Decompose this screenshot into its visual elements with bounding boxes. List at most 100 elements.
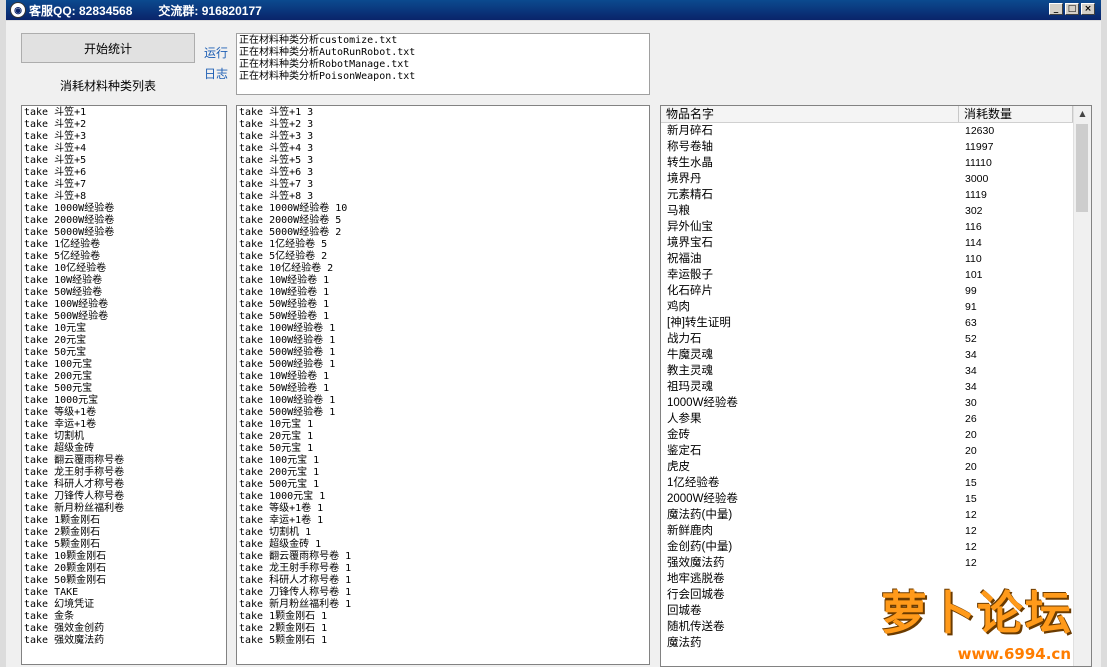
list-item[interactable]: take 500W经验卷 1	[239, 407, 647, 419]
list-item[interactable]: take 切割机 1	[239, 527, 647, 539]
table-row[interactable]: 鸡肉 91	[661, 299, 1091, 315]
table-row[interactable]: 强效魔法药 12	[661, 555, 1091, 571]
log-line[interactable]: 正在材料种类分析customize.txt	[239, 35, 647, 47]
material-types-list[interactable]: take 斗笠+1 take 斗笠+2 take 斗笠+3 take 斗笠+4 take…	[21, 105, 227, 665]
list-item[interactable]: take 200元宝 1	[239, 467, 647, 479]
table-row[interactable]: 回城卷	[661, 603, 1091, 619]
list-item[interactable]: take 5颗金刚石	[24, 539, 224, 551]
list-item[interactable]: take 50颗金刚石	[24, 575, 224, 587]
list-item[interactable]: take 翻云覆雨称号卷 1	[239, 551, 647, 563]
list-item[interactable]: take 切割机	[24, 431, 224, 443]
table-row[interactable]: 新月碎石 12630	[661, 123, 1091, 139]
log-line[interactable]: 正在材料种类分析PoisonWeapon.txt	[239, 71, 647, 83]
list-item[interactable]: take 100W经验卷	[24, 299, 224, 311]
table-row[interactable]: 1亿经验卷 15	[661, 475, 1091, 491]
header-item-name[interactable]: 物品名字	[661, 106, 959, 122]
list-item[interactable]: take 斗笠+4	[24, 143, 224, 155]
table-row[interactable]: 人参果 26	[661, 411, 1091, 427]
list-item[interactable]: take 100元宝	[24, 359, 224, 371]
table-row[interactable]: 境界丹 3000	[661, 171, 1091, 187]
table-row[interactable]: 马粮 302	[661, 203, 1091, 219]
list-item[interactable]: take 100元宝 1	[239, 455, 647, 467]
list-item[interactable]: take 强效魔法药	[24, 635, 224, 647]
table-row[interactable]: 金创药(中量) 12	[661, 539, 1091, 555]
log-line[interactable]: 正在材料种类分析AutoRunRobot.txt	[239, 47, 647, 59]
log-line[interactable]: 正在材料种类分析RobotManage.txt	[239, 59, 647, 71]
table-row[interactable]: 战力石 52	[661, 331, 1091, 347]
list-item[interactable]: take 20元宝 1	[239, 431, 647, 443]
list-item[interactable]: take 10亿经验卷	[24, 263, 224, 275]
table-row[interactable]: 转生水晶 11110	[661, 155, 1091, 171]
list-item[interactable]: take 斗笠+5	[24, 155, 224, 167]
table-row[interactable]: 虎皮 20	[661, 459, 1091, 475]
list-item[interactable]: take 1颗金刚石	[24, 515, 224, 527]
list-item[interactable]: take 500元宝 1	[239, 479, 647, 491]
list-item[interactable]: take 强效金创药	[24, 623, 224, 635]
list-item[interactable]: take 50W经验卷 1	[239, 311, 647, 323]
close-button[interactable]: ×	[1081, 3, 1095, 15]
list-item[interactable]: take 新月粉丝福利卷	[24, 503, 224, 515]
list-item[interactable]: take 金条	[24, 611, 224, 623]
list-item[interactable]: take 斗笠+8	[24, 191, 224, 203]
list-item[interactable]: take 1颗金刚石 1	[239, 611, 647, 623]
list-item[interactable]: take 斗笠+7	[24, 179, 224, 191]
list-item[interactable]: take 1000W经验卷	[24, 203, 224, 215]
list-item[interactable]: take 5000W经验卷	[24, 227, 224, 239]
list-item[interactable]: take 斗笠+6	[24, 167, 224, 179]
list-item[interactable]: take 斗笠+8 3	[239, 191, 647, 203]
list-item[interactable]: take 斗笠+6 3	[239, 167, 647, 179]
list-item[interactable]: take 斗笠+3 3	[239, 131, 647, 143]
list-item[interactable]: take 500元宝	[24, 383, 224, 395]
start-statistics-button[interactable]: 开始统计	[21, 33, 195, 63]
list-item[interactable]: take 幻境凭证	[24, 599, 224, 611]
list-item[interactable]: take 5亿经验卷	[24, 251, 224, 263]
list-item[interactable]: take 斗笠+3	[24, 131, 224, 143]
list-item[interactable]: take 20元宝	[24, 335, 224, 347]
list-item[interactable]: take 斗笠+1	[24, 107, 224, 119]
table-row[interactable]: 牛魔灵魂 34	[661, 347, 1091, 363]
list-item[interactable]: take 50元宝	[24, 347, 224, 359]
list-item[interactable]: take 2000W经验卷	[24, 215, 224, 227]
table-row[interactable]: 称号卷轴 11997	[661, 139, 1091, 155]
list-item[interactable]: take 5000W经验卷 2	[239, 227, 647, 239]
list-item[interactable]: take 500W经验卷 1	[239, 359, 647, 371]
list-item[interactable]: take 10颗金刚石	[24, 551, 224, 563]
list-item[interactable]: take 幸运+1卷	[24, 419, 224, 431]
table-row[interactable]: 魔法药	[661, 635, 1091, 651]
list-item[interactable]: take 100W经验卷 1	[239, 323, 647, 335]
material-details-list[interactable]: take 斗笠+1 3 take 斗笠+2 3 take 斗笠+3 3 take 斗笠…	[236, 105, 650, 665]
run-log-box[interactable]: 正在材料种类分析customize.txt 正在材料种类分析AutoRunRobo…	[236, 33, 650, 95]
list-item[interactable]: take 50W经验卷	[24, 287, 224, 299]
list-item[interactable]: take 斗笠+1 3	[239, 107, 647, 119]
table-row[interactable]: 行会回城卷	[661, 587, 1091, 603]
list-item[interactable]: take 10元宝	[24, 323, 224, 335]
list-item[interactable]: take 1亿经验卷	[24, 239, 224, 251]
list-item[interactable]: take 超级金砖	[24, 443, 224, 455]
table-row[interactable]: 随机传送卷	[661, 619, 1091, 635]
table-row[interactable]: 境界宝石 114	[661, 235, 1091, 251]
list-item[interactable]: take 50W经验卷 1	[239, 299, 647, 311]
list-item[interactable]: take 翻云覆雨称号卷	[24, 455, 224, 467]
list-item[interactable]: take 1亿经验卷 5	[239, 239, 647, 251]
list-item[interactable]: take 刀锋传人称号卷	[24, 491, 224, 503]
minimize-button[interactable]: _	[1049, 3, 1063, 15]
list-item[interactable]: take 2颗金刚石	[24, 527, 224, 539]
list-item[interactable]: take 10亿经验卷 2	[239, 263, 647, 275]
header-quantity[interactable]: 消耗数量	[959, 106, 1073, 122]
list-item[interactable]: take 斗笠+7 3	[239, 179, 647, 191]
table-row[interactable]: 教主灵魂 34	[661, 363, 1091, 379]
list-item[interactable]: take 斗笠+2	[24, 119, 224, 131]
scroll-up-icon[interactable]: ▲	[1074, 106, 1091, 122]
list-item[interactable]: take 科研人才称号卷 1	[239, 575, 647, 587]
list-item[interactable]: take 20颗金刚石	[24, 563, 224, 575]
list-item[interactable]: take 2000W经验卷 5	[239, 215, 647, 227]
list-item[interactable]: take 科研人才称号卷	[24, 479, 224, 491]
table-row[interactable]: 祖玛灵魂 34	[661, 379, 1091, 395]
list-item[interactable]: take 10W经验卷	[24, 275, 224, 287]
list-item[interactable]: take 龙王射手称号卷	[24, 467, 224, 479]
list-item[interactable]: take 1000W经验卷 10	[239, 203, 647, 215]
list-item[interactable]: take 500W经验卷	[24, 311, 224, 323]
table-row[interactable]: 地牢逃脱卷	[661, 571, 1091, 587]
list-item[interactable]: take 10W经验卷 1	[239, 371, 647, 383]
table-row[interactable]: 金砖 20	[661, 427, 1091, 443]
